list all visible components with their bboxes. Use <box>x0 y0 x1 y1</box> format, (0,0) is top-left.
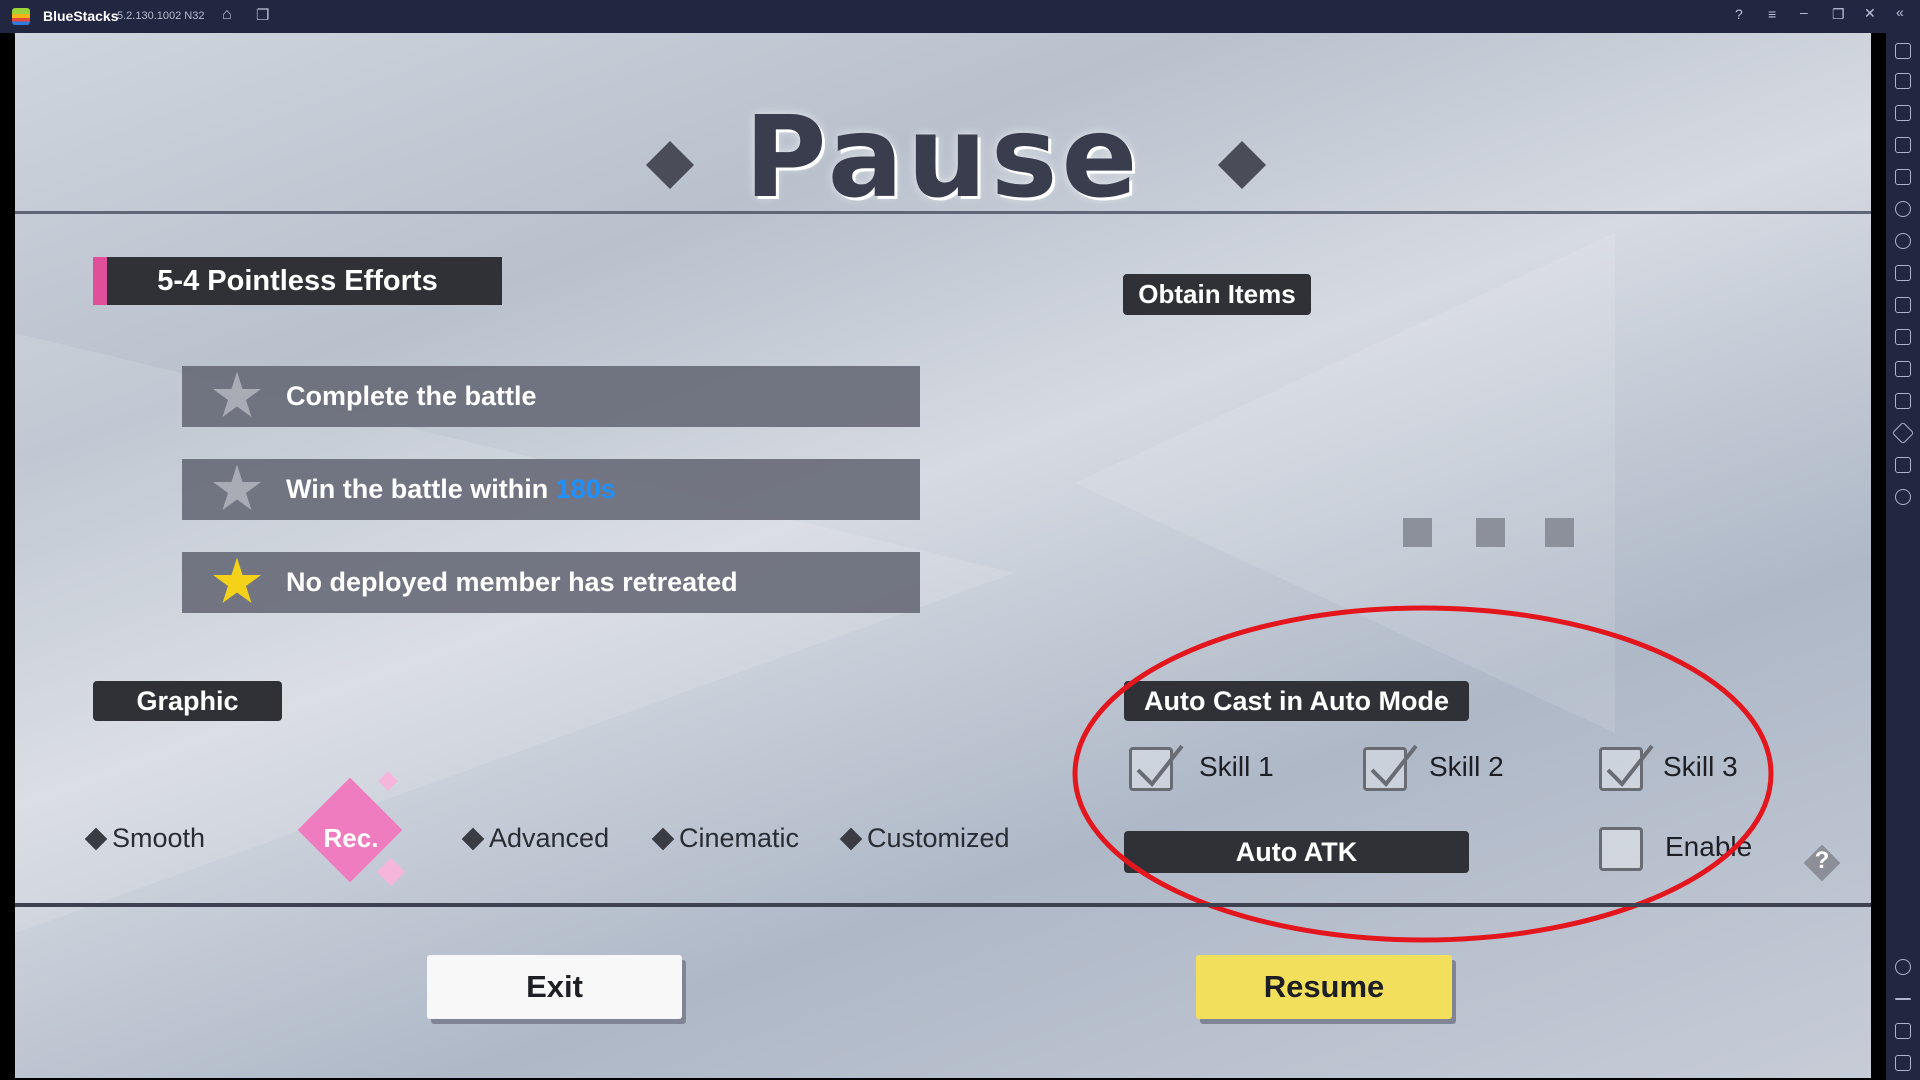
recent-apps-icon[interactable] <box>1895 1055 1911 1071</box>
macro-icon[interactable] <box>1895 201 1911 217</box>
item-slot[interactable] <box>1403 518 1432 547</box>
graphic-option-smooth[interactable]: Smooth <box>84 823 206 854</box>
performance-icon[interactable] <box>1895 489 1911 505</box>
multi-window-icon[interactable]: ❐ <box>256 6 269 24</box>
app-version: 5.2.130.1002 N32 <box>117 10 205 22</box>
objective-time-limit: 180s <box>555 474 616 504</box>
graphic-label: Graphic <box>93 681 282 721</box>
right-sidebar <box>1886 33 1920 1080</box>
item-slot[interactable] <box>1476 518 1505 547</box>
objective-row: Complete the battle <box>182 366 920 427</box>
objective-text: Complete the battle <box>286 381 537 411</box>
multi-instance-icon[interactable] <box>1895 393 1911 409</box>
objective-text: No deployed member has retreated <box>286 567 738 597</box>
graphic-option-customized[interactable]: Customized <box>839 823 1010 854</box>
home-icon[interactable] <box>1895 1023 1911 1039</box>
option-label: Advanced <box>489 823 610 853</box>
auto-atk-label: Auto ATK <box>1124 831 1469 873</box>
check-icon <box>1606 744 1654 788</box>
back-icon[interactable] <box>1895 998 1911 1000</box>
keyboard-icon[interactable] <box>1895 169 1911 185</box>
collapse-sidebar-icon[interactable]: « <box>1896 4 1904 20</box>
option-label: Smooth <box>112 823 206 853</box>
layers-icon[interactable] <box>1895 457 1911 473</box>
footer-divider <box>15 903 1871 907</box>
resume-button[interactable]: Resume <box>1196 955 1452 1019</box>
check-icon <box>1136 744 1184 788</box>
fullscreen-icon[interactable] <box>1895 43 1911 59</box>
objective-row: Win the battle within 180s <box>182 459 920 520</box>
graphic-option-advanced[interactable]: Advanced <box>461 823 610 854</box>
game-screen: Pause 5-4 Pointless Efforts Obtain Items… <box>15 33 1871 1078</box>
volume-down-icon[interactable] <box>1895 105 1911 121</box>
enable-label: Enable <box>1665 831 1753 862</box>
objective-text: Win the battle within <box>286 474 556 504</box>
help-icon[interactable]: ? <box>1809 847 1835 875</box>
restore-icon[interactable]: ❐ <box>1832 6 1845 23</box>
option-label: Cinematic <box>679 823 800 853</box>
menu-icon[interactable]: ≡ <box>1768 6 1776 22</box>
pointer-icon[interactable] <box>1895 137 1911 153</box>
skill-3-checkbox[interactable] <box>1599 744 1654 791</box>
option-label: Customized <box>867 823 1010 853</box>
skill-2-checkbox[interactable] <box>1363 744 1418 791</box>
settings-icon[interactable] <box>1895 959 1911 975</box>
obtain-items-label: Obtain Items <box>1123 274 1311 315</box>
item-slot[interactable] <box>1545 518 1574 547</box>
folder-icon[interactable] <box>1895 361 1911 377</box>
rec-label: Rec. <box>323 823 379 853</box>
decorative-diamond <box>376 857 406 887</box>
star-icon-achieved <box>213 557 261 603</box>
skill-3-label: Skill 3 <box>1663 751 1738 782</box>
help-icon[interactable]: ? <box>1735 6 1743 22</box>
check-icon <box>1370 744 1418 788</box>
objective-row: No deployed member has retreated <box>182 552 920 613</box>
app-name: BlueStacks <box>43 8 119 24</box>
minimize-icon[interactable]: – <box>1800 4 1808 20</box>
skill-1-label: Skill 1 <box>1199 751 1274 782</box>
bluestacks-logo <box>12 8 30 25</box>
rotate-icon[interactable] <box>1895 233 1911 249</box>
stage-accent-bar <box>93 257 107 305</box>
auto-cast-label: Auto Cast in Auto Mode <box>1124 681 1469 721</box>
title-bar: BlueStacks 5.2.130.1002 N32 ⌂ ❐ ? ≡ – ❐ … <box>0 0 1920 33</box>
pause-title: Pause <box>744 93 1142 223</box>
stage-title-text: 5-4 Pointless Efforts <box>157 264 438 297</box>
close-icon[interactable]: ✕ <box>1864 5 1876 22</box>
star-icon <box>213 464 261 510</box>
home-icon[interactable]: ⌂ <box>222 6 232 24</box>
screenshot-icon[interactable] <box>1895 329 1911 345</box>
graphic-option-cinematic[interactable]: Cinematic <box>651 823 800 854</box>
stage-title: 5-4 Pointless Efforts <box>93 257 502 305</box>
shake-icon[interactable] <box>1895 265 1911 281</box>
enable-auto-atk-checkbox[interactable] <box>1599 827 1643 871</box>
apk-install-icon[interactable] <box>1895 297 1911 313</box>
volume-up-icon[interactable] <box>1895 73 1911 89</box>
eco-mode-icon[interactable] <box>1891 421 1915 445</box>
star-icon <box>213 371 261 417</box>
header-divider <box>15 211 1871 214</box>
exit-button[interactable]: Exit <box>427 955 682 1019</box>
skill-2-label: Skill 2 <box>1429 751 1504 782</box>
skill-1-checkbox[interactable] <box>1129 744 1184 791</box>
